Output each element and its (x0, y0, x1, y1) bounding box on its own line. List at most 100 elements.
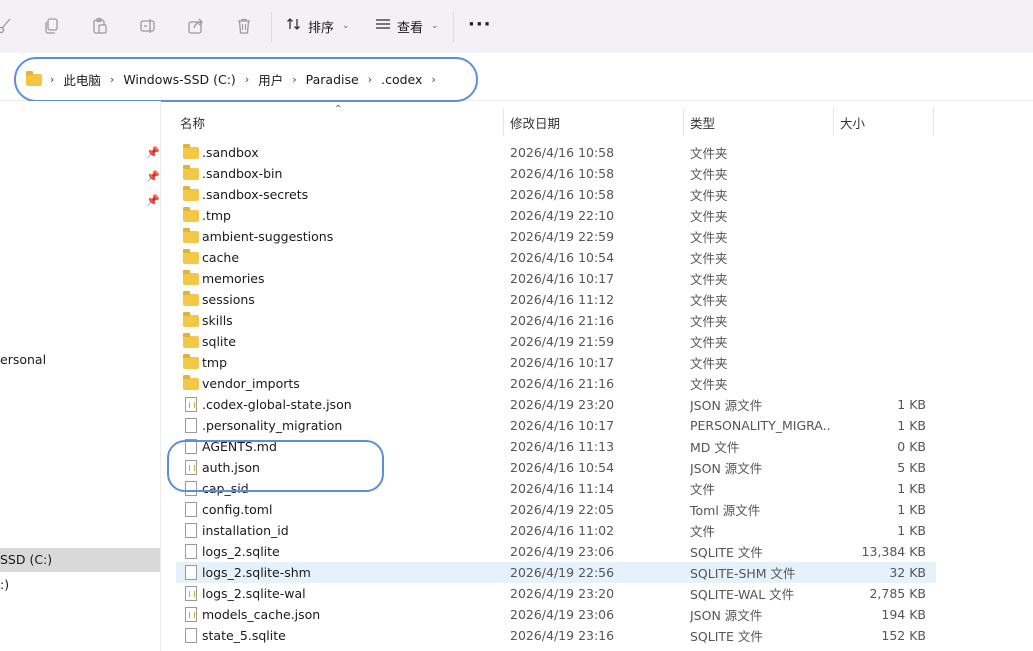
folder-icon (183, 354, 199, 369)
file-icon (183, 544, 197, 560)
folder-icon (183, 186, 199, 201)
file-row[interactable]: models_cache.json 2026/4/19 23:06 JSON 源文件… (176, 604, 936, 625)
file-name: logs_2.sqlite-shm (202, 565, 311, 580)
file-size: 1 KB (897, 502, 926, 517)
file-row[interactable]: logs_2.sqlite-wal 2026/4/19 23:20 SQLITE-W… (176, 583, 936, 604)
column-divider[interactable] (683, 108, 684, 136)
breadcrumb-this-pc[interactable]: 此电脑 (63, 70, 101, 89)
file-name: config.toml (202, 502, 273, 517)
sort-ascending-icon: ⌃ (334, 104, 343, 115)
column-header-name[interactable]: 名称 (180, 108, 205, 136)
file-row[interactable]: cache 2026/4/16 10:54 文件夹 (176, 247, 936, 268)
file-name: state_5.sqlite (202, 628, 286, 643)
nav-item-personal[interactable]: ersonal (0, 352, 46, 367)
breadcrumb-user[interactable]: Paradise (306, 72, 359, 87)
column-header-date[interactable]: 修改日期 (510, 108, 560, 136)
breadcrumb-users[interactable]: 用户 (258, 70, 283, 89)
folder-icon (183, 291, 199, 306)
view-button[interactable]: 查看 ⌄ (375, 14, 439, 38)
file-type: SQLITE 文件 (690, 629, 763, 644)
file-row[interactable]: tmp 2026/4/16 10:17 文件夹 (176, 352, 936, 373)
paste-icon[interactable] (89, 15, 111, 37)
column-divider[interactable] (833, 108, 834, 136)
chevron-right-icon: › (50, 73, 55, 86)
file-row[interactable]: .sandbox 2026/4/16 10:58 文件夹 (176, 142, 936, 163)
file-row[interactable]: state_5.sqlite 2026/4/19 23:16 SQLITE 文件 15… (176, 625, 936, 646)
sort-button[interactable]: 排序 ⌄ (286, 14, 350, 38)
delete-icon[interactable] (233, 15, 255, 37)
file-date: 2026/4/16 10:17 (510, 418, 615, 433)
cut-icon[interactable] (0, 15, 16, 37)
file-date: 2026/4/19 21:59 (510, 334, 615, 349)
file-name: sessions (202, 292, 255, 307)
nav-item-drive[interactable]: :) (0, 577, 9, 592)
file-row[interactable]: .sandbox-secrets 2026/4/16 10:58 文件夹 (176, 184, 936, 205)
file-type: 文件夹 (690, 356, 728, 371)
file-type: SQLITE 文件 (690, 545, 763, 560)
address-bar[interactable]: › 此电脑 › Windows-SSD (C:) › 用户 › Paradise… (14, 57, 478, 102)
file-type: 文件夹 (690, 209, 728, 224)
file-type: 文件夹 (690, 230, 728, 245)
sort-label: 排序 (308, 20, 335, 36)
file-type: SQLITE-SHM 文件 (690, 566, 796, 581)
file-type: SQLITE-WAL 文件 (690, 587, 795, 602)
column-header-size[interactable]: 大小 (840, 108, 865, 136)
file-name: cache (202, 250, 240, 265)
json-file-icon (183, 607, 197, 623)
file-row[interactable]: .codex-global-state.json 2026/4/19 23:20 J… (176, 394, 936, 415)
file-row[interactable]: sqlite 2026/4/19 21:59 文件夹 (176, 331, 936, 352)
file-date: 2026/4/16 11:12 (510, 292, 615, 307)
chevron-down-icon: ⌄ (342, 21, 350, 31)
file-row[interactable]: vendor_imports 2026/4/16 21:16 文件夹 (176, 373, 936, 394)
file-type: 文件夹 (690, 188, 728, 203)
file-date: 2026/4/16 10:54 (510, 250, 615, 265)
column-divider[interactable] (503, 108, 504, 136)
nav-item-drive-c[interactable]: SSD (C:) (0, 552, 52, 567)
file-type: PERSONALITY_MIGRA... (690, 418, 830, 433)
folder-icon (183, 375, 199, 390)
file-list: .sandbox 2026/4/16 10:58 文件夹 .sandbox-bin 20… (176, 142, 936, 646)
breadcrumb-current[interactable]: .codex (381, 72, 422, 87)
file-row[interactable]: memories 2026/4/16 10:17 文件夹 (176, 268, 936, 289)
file-date: 2026/4/19 23:06 (510, 544, 615, 559)
file-name: logs_2.sqlite-wal (202, 586, 306, 601)
share-icon[interactable] (185, 15, 207, 37)
more-options-button[interactable]: ··· (468, 14, 492, 35)
file-name: .personality_migration (202, 418, 343, 433)
file-icon (183, 418, 197, 434)
file-icon (183, 565, 197, 581)
column-header-type[interactable]: 类型 (690, 108, 715, 136)
file-icon (183, 502, 197, 518)
file-row[interactable]: .sandbox-bin 2026/4/16 10:58 文件夹 (176, 163, 936, 184)
breadcrumb-drive[interactable]: Windows-SSD (C:) (123, 72, 235, 87)
file-row[interactable]: .personality_migration 2026/4/16 10:17 PER… (176, 415, 936, 436)
chevron-down-icon: ⌄ (431, 21, 439, 31)
copy-icon[interactable] (41, 15, 63, 37)
file-size: 1 KB (897, 397, 926, 412)
file-date: 2026/4/19 22:56 (510, 565, 615, 580)
sort-icon (286, 16, 302, 36)
file-size: 1 KB (897, 523, 926, 538)
file-row[interactable]: installation_id 2026/4/16 11:02 文件 1 KB (176, 520, 936, 541)
file-row[interactable]: skills 2026/4/16 21:16 文件夹 (176, 310, 936, 331)
file-type: 文件夹 (690, 146, 728, 161)
annotation-highlight (167, 440, 384, 492)
file-row[interactable]: sessions 2026/4/16 11:12 文件夹 (176, 289, 936, 310)
file-name: ambient-suggestions (202, 229, 334, 244)
file-name: installation_id (202, 523, 289, 538)
file-row[interactable]: logs_2.sqlite-shm 2026/4/19 22:56 SQLITE-S… (176, 562, 936, 583)
file-date: 2026/4/19 23:16 (510, 628, 615, 643)
file-size: 5 KB (897, 460, 926, 475)
file-row[interactable]: ambient-suggestions 2026/4/19 22:59 文件夹 (176, 226, 936, 247)
folder-icon (26, 70, 42, 86)
file-date: 2026/4/16 21:16 (510, 313, 615, 328)
pin-icon: 📌 (146, 194, 160, 207)
rename-icon[interactable] (137, 15, 159, 37)
file-row[interactable]: config.toml 2026/4/19 22:05 Toml 源文件 1 KB (176, 499, 936, 520)
folder-icon (183, 270, 199, 285)
file-date: 2026/4/16 10:17 (510, 355, 615, 370)
file-row[interactable]: logs_2.sqlite 2026/4/19 23:06 SQLITE 文件 13,… (176, 541, 936, 562)
column-divider[interactable] (933, 108, 934, 136)
file-row[interactable]: .tmp 2026/4/19 22:10 文件夹 (176, 205, 936, 226)
file-name: memories (202, 271, 265, 286)
